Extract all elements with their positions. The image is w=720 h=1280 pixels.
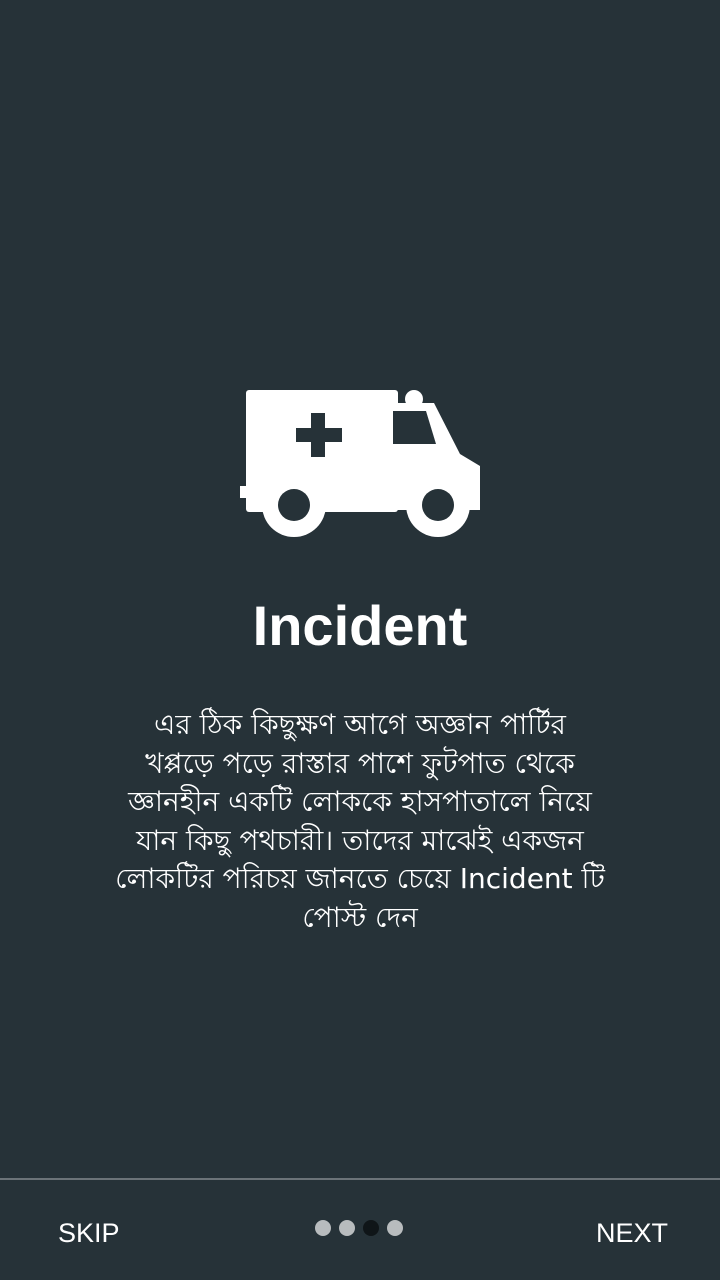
- skip-button[interactable]: SKIP: [58, 1206, 120, 1260]
- page-dot-2[interactable]: [339, 1220, 355, 1236]
- ambulance-icon: [240, 390, 480, 537]
- page-indicator: [315, 1220, 403, 1236]
- page-dot-4[interactable]: [387, 1220, 403, 1236]
- page-dot-3-active[interactable]: [363, 1220, 379, 1236]
- incident-description: এর ঠিক কিছুক্ষণ আগে অজ্ঞান পার্টির খপ্পড…: [115, 708, 605, 934]
- onboarding-screen: Incident এর ঠিক কিছুক্ষণ আগে অজ্ঞান পার্…: [0, 0, 720, 1280]
- page-title: Incident: [252, 594, 468, 657]
- page-dot-1[interactable]: [315, 1220, 331, 1236]
- next-button[interactable]: NEXT: [596, 1206, 668, 1260]
- bottom-navigation-bar: SKIP NEXT: [0, 1178, 720, 1280]
- bottom-divider: [0, 1178, 720, 1180]
